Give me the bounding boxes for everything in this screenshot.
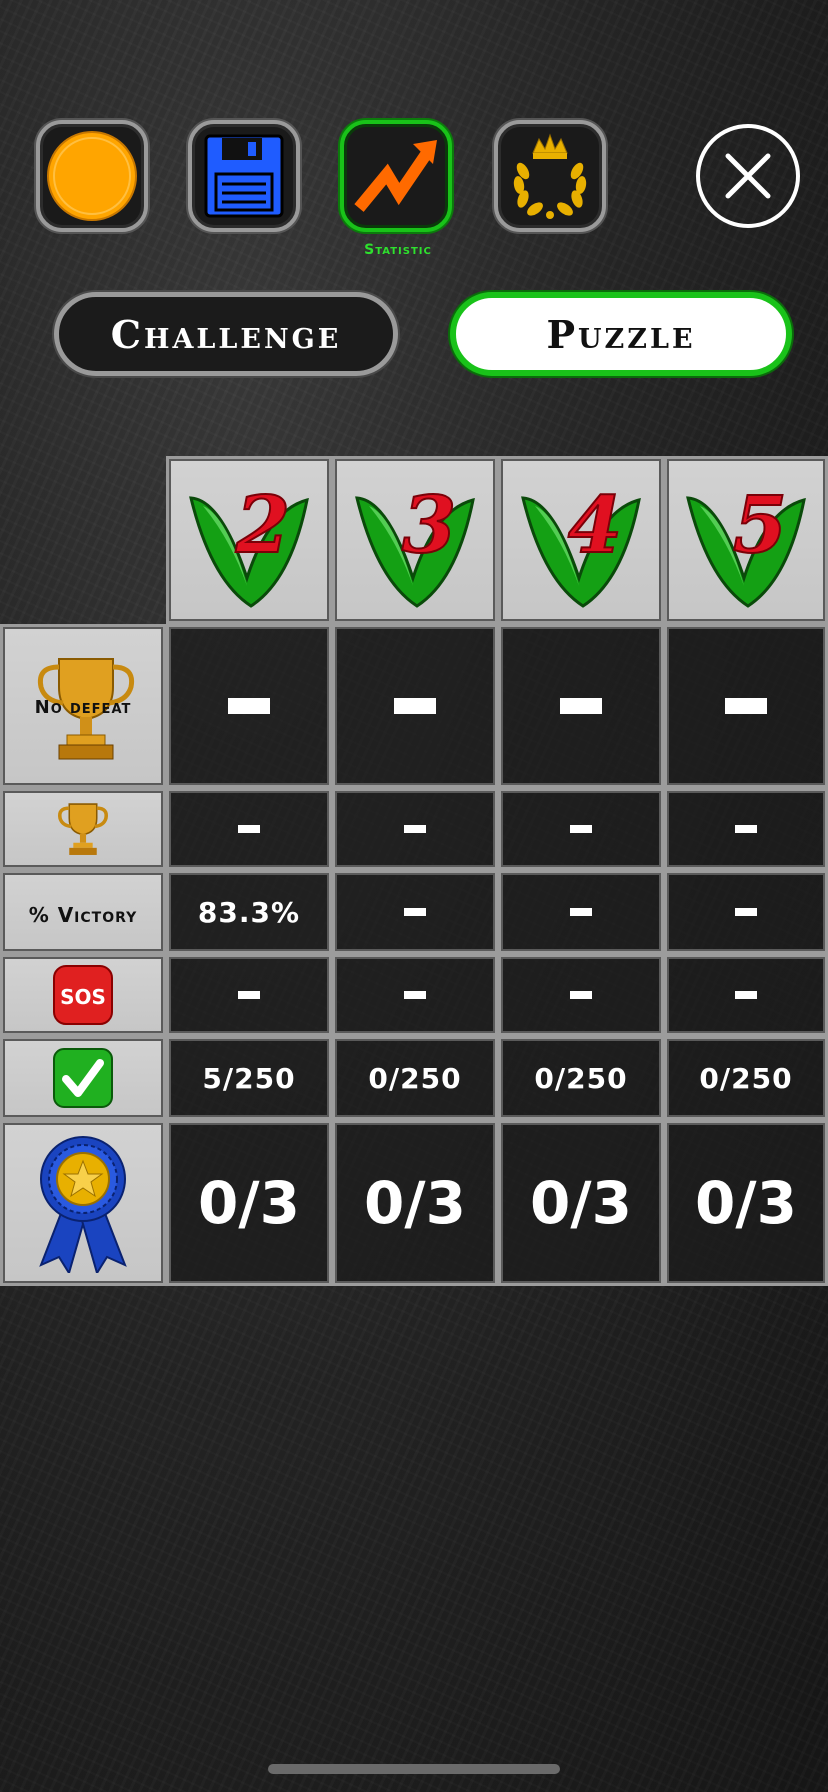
empty-value-dash — [735, 825, 757, 833]
empty-value-dash — [228, 698, 270, 714]
table-cell — [664, 954, 828, 1036]
column-header-5: 5 — [664, 456, 828, 624]
empty-value-dash — [404, 908, 426, 916]
empty-value-dash — [570, 991, 592, 999]
statistic-button[interactable] — [340, 120, 452, 232]
table-cell — [332, 954, 498, 1036]
table-cell — [166, 954, 332, 1036]
home-indicator[interactable] — [268, 1764, 560, 1774]
laurel-crown-icon — [513, 133, 587, 219]
empty-value-dash — [735, 908, 757, 916]
close-button[interactable] — [696, 124, 800, 228]
level-badge-icon: 4 — [521, 479, 641, 608]
ribbon-value: 0/3 — [364, 1169, 466, 1237]
row-header-solved — [0, 1036, 166, 1120]
table-cell — [498, 624, 664, 788]
table-cell: 0/250 — [498, 1036, 664, 1120]
table-cell — [664, 624, 828, 788]
table-cell: 0/250 — [664, 1036, 828, 1120]
empty-value-dash — [238, 991, 260, 999]
empty-value-dash — [570, 908, 592, 916]
empty-value-dash — [560, 698, 602, 714]
level-badge-icon: 5 — [686, 479, 806, 608]
column-header-2: 2 — [166, 456, 332, 624]
row-header-sos: SOS — [0, 954, 166, 1036]
level-badge-icon: 3 — [355, 479, 475, 608]
ribbon-value: 0/3 — [198, 1169, 300, 1237]
coin-button[interactable] — [36, 120, 148, 232]
table-cell: 5/250 — [166, 1036, 332, 1120]
empty-value-dash — [735, 991, 757, 999]
coin-icon — [47, 131, 137, 221]
table-cell: 83.3% — [166, 870, 332, 954]
statistic-label: Statistic — [364, 242, 432, 258]
empty-value-dash — [404, 991, 426, 999]
table-cell — [332, 788, 498, 870]
table-cell — [498, 788, 664, 870]
table-cell — [498, 954, 664, 1036]
small-trophy-icon — [58, 803, 108, 855]
column-number: 4 — [568, 480, 622, 571]
row-header-victory: % Victory — [0, 870, 166, 954]
empty-value-dash — [394, 698, 436, 714]
victory-value: 83.3% — [197, 895, 301, 929]
challenge-button[interactable]: Challenge — [54, 292, 398, 376]
table-cell: 0/3 — [332, 1120, 498, 1286]
column-number: 5 — [733, 480, 787, 571]
solved-value: 0/250 — [534, 1061, 628, 1095]
empty-value-dash — [570, 825, 592, 833]
trend-arrow-icon — [354, 140, 437, 212]
sos-icon: SOS — [53, 965, 113, 1025]
solved-value: 0/250 — [368, 1061, 462, 1095]
sos-text: SOS — [60, 985, 106, 1009]
table-cell — [166, 624, 332, 788]
ranking-button[interactable] — [494, 120, 606, 232]
column-header-3: 3 — [332, 456, 498, 624]
column-number: 2 — [235, 480, 290, 571]
column-number: 3 — [402, 480, 456, 571]
floppy-disk-icon — [204, 134, 284, 218]
table-cell — [664, 788, 828, 870]
row-header-trophy — [0, 788, 166, 870]
table-cell: 0/3 — [664, 1120, 828, 1286]
level-badge-icon: 2 — [189, 479, 309, 608]
puzzle-button[interactable]: Puzzle — [450, 292, 792, 376]
table-cell — [332, 870, 498, 954]
row-header-no-defeat: No defeat — [0, 624, 166, 788]
close-icon — [725, 153, 771, 199]
table-cell: 0/3 — [166, 1120, 332, 1286]
ribbon-value: 0/3 — [530, 1169, 632, 1237]
table-cell — [498, 870, 664, 954]
table-cell — [332, 624, 498, 788]
table-cell — [664, 870, 828, 954]
save-button[interactable] — [188, 120, 300, 232]
empty-value-dash — [238, 825, 260, 833]
empty-value-dash — [404, 825, 426, 833]
no-defeat-label: No defeat — [34, 697, 132, 718]
table-cell — [166, 788, 332, 870]
solved-value: 0/250 — [699, 1061, 793, 1095]
victory-label: % Victory — [28, 903, 138, 927]
ribbon-value: 0/3 — [695, 1169, 797, 1237]
ribbon-medal-icon — [39, 1136, 127, 1273]
column-header-4: 4 — [498, 456, 664, 624]
solved-value: 5/250 — [202, 1061, 296, 1095]
check-icon — [53, 1048, 113, 1108]
table-cell: 0/250 — [332, 1036, 498, 1120]
table-cell: 0/3 — [498, 1120, 664, 1286]
empty-value-dash — [725, 698, 767, 714]
row-header-ribbon — [0, 1120, 166, 1286]
